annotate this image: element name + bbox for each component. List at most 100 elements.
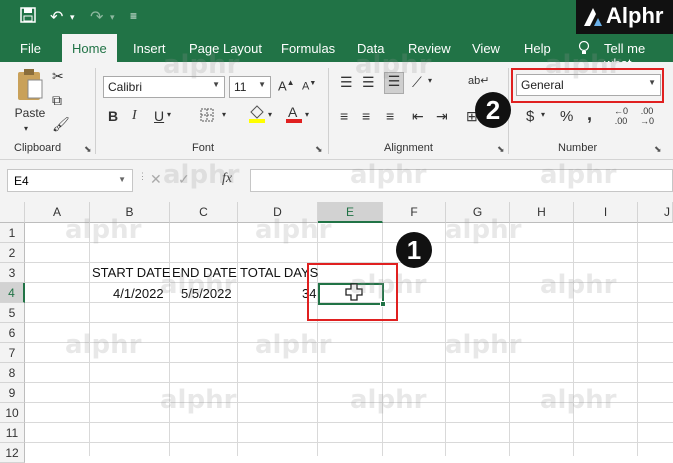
fill-dropdown-icon[interactable]: ▾	[268, 110, 272, 119]
undo-icon[interactable]: ↶	[50, 7, 63, 27]
fill-color-icon[interactable]	[248, 104, 266, 127]
grow-font-icon[interactable]: A▲	[278, 78, 295, 93]
undo-dropdown-icon[interactable]: ▾	[70, 12, 75, 23]
watermark: alphr	[163, 160, 240, 190]
paste-dropdown-icon[interactable]: ▾	[24, 124, 28, 133]
format-painter-icon[interactable]: 🖌	[52, 116, 70, 133]
watermark: alphr	[255, 215, 332, 245]
font-launcher-icon[interactable]: ⬊	[315, 144, 323, 155]
watermark: alphr	[445, 330, 522, 360]
redo-icon[interactable]: ↷	[90, 7, 103, 27]
logo-text: Alphr	[606, 3, 664, 28]
wrap-text-icon[interactable]: ab↵	[468, 74, 489, 87]
row-header-6[interactable]: 6	[0, 323, 25, 343]
alignment-launcher-icon[interactable]: ⬊	[497, 144, 505, 155]
name-box-value: E4	[14, 174, 29, 188]
row-header-4[interactable]: 4	[0, 283, 25, 303]
align-top-icon[interactable]: ☰	[340, 74, 353, 91]
number-format-highlight	[511, 68, 664, 103]
step-1-badge: 1	[396, 232, 432, 268]
row-header-7[interactable]: 7	[0, 343, 25, 363]
cancel-icon[interactable]: ✕	[150, 171, 162, 188]
row-header-5[interactable]: 5	[0, 303, 25, 323]
watermark: alphr	[65, 215, 142, 245]
italic-icon[interactable]: I	[132, 108, 137, 124]
watermark: alphr	[445, 215, 522, 245]
group-divider	[328, 68, 329, 154]
name-box[interactable]: E4 ▼	[7, 169, 133, 192]
more-icon: ⋮	[138, 171, 147, 181]
row-header-11[interactable]: 11	[0, 423, 25, 443]
align-left-icon[interactable]: ≡	[340, 108, 348, 124]
align-right-icon[interactable]: ≡	[386, 108, 394, 124]
gridline	[573, 223, 574, 456]
column-header-c[interactable]: C	[170, 202, 238, 223]
watermark: alphr	[540, 160, 617, 190]
decrease-indent-icon[interactable]: ⇤	[412, 108, 424, 125]
chevron-down-icon[interactable]: ▼	[212, 80, 220, 89]
clipboard-launcher-icon[interactable]: ⬊	[84, 144, 92, 155]
paste-label[interactable]: Paste	[14, 106, 46, 120]
column-header-j[interactable]: J	[638, 202, 673, 223]
borders-icon[interactable]	[200, 108, 214, 125]
increase-decimal-icon[interactable]: ←0.00	[614, 106, 628, 126]
customize-toolbar-icon[interactable]: ≡	[130, 9, 137, 23]
gridline	[25, 422, 673, 423]
increase-indent-icon[interactable]: ⇥	[436, 108, 448, 125]
tab-view[interactable]: View	[472, 41, 500, 56]
number-launcher-icon[interactable]: ⬊	[654, 144, 662, 155]
tab-insert[interactable]: Insert	[133, 41, 166, 56]
gridline	[25, 442, 673, 443]
watermark: alphr	[350, 160, 427, 190]
underline-dropdown-icon[interactable]: ▾	[167, 110, 171, 119]
paste-icon[interactable]	[14, 68, 46, 105]
alignment-group-label: Alignment	[384, 142, 433, 154]
watermark: alphr	[355, 50, 432, 80]
accounting-format-icon[interactable]: $	[526, 108, 534, 125]
copy-icon[interactable]: ⧉	[52, 92, 62, 109]
font-color-icon[interactable]: A	[285, 104, 303, 127]
gridline	[382, 223, 383, 456]
cell-highlight	[307, 263, 398, 321]
cell-b4[interactable]: 4/1/2022	[113, 286, 164, 301]
tab-formulas[interactable]: Formulas	[281, 41, 335, 56]
tab-file[interactable]: File	[20, 41, 41, 56]
borders-dropdown-icon[interactable]: ▾	[222, 110, 226, 119]
redo-dropdown-icon[interactable]: ▾	[110, 12, 115, 23]
percent-style-icon[interactable]: %	[560, 108, 573, 125]
decrease-decimal-label: .00	[640, 106, 654, 116]
chevron-down-icon[interactable]: ▼	[258, 80, 266, 89]
comma-style-icon[interactable]: ,	[587, 104, 592, 125]
row-header-9[interactable]: 9	[0, 383, 25, 403]
row-header-1[interactable]: 1	[0, 223, 25, 243]
title-bar: ↶ ▾ ↷ ▾ ≡ Bo Alphr	[0, 0, 673, 34]
gridline	[25, 382, 673, 383]
chevron-down-icon[interactable]: ▼	[118, 175, 126, 184]
font-name-value: Calibri	[108, 80, 143, 94]
row-header-3[interactable]: 3	[0, 263, 25, 283]
gridline	[237, 223, 238, 456]
row-header-8[interactable]: 8	[0, 363, 25, 383]
select-all-corner[interactable]	[0, 202, 25, 223]
tab-home[interactable]: Home	[62, 34, 117, 64]
font-color-dropdown-icon[interactable]: ▾	[305, 110, 309, 119]
column-header-i[interactable]: I	[574, 202, 638, 223]
alphr-logo: Alphr	[576, 0, 673, 34]
decrease-decimal-icon[interactable]: .00 →0	[640, 106, 654, 126]
save-icon[interactable]	[20, 7, 36, 28]
accounting-dropdown-icon[interactable]: ▾	[541, 110, 545, 119]
row-header-2[interactable]: 2	[0, 243, 25, 263]
underline-icon[interactable]: U	[154, 108, 164, 124]
row-header-12[interactable]: 12	[0, 443, 25, 463]
align-center-icon[interactable]: ≡	[362, 108, 370, 124]
row-header-10[interactable]: 10	[0, 403, 25, 423]
watermark: alphr	[160, 270, 237, 300]
bold-icon[interactable]: B	[108, 108, 118, 124]
column-header-f[interactable]: F	[383, 202, 446, 223]
cell-b3[interactable]: START DATE	[92, 265, 171, 280]
cut-icon[interactable]: ✂	[52, 68, 64, 85]
gridline	[637, 223, 638, 456]
font-size-value: 11	[234, 80, 247, 94]
shrink-font-icon[interactable]: A▼	[302, 80, 316, 93]
clipboard-group-label: Clipboard	[14, 142, 62, 154]
